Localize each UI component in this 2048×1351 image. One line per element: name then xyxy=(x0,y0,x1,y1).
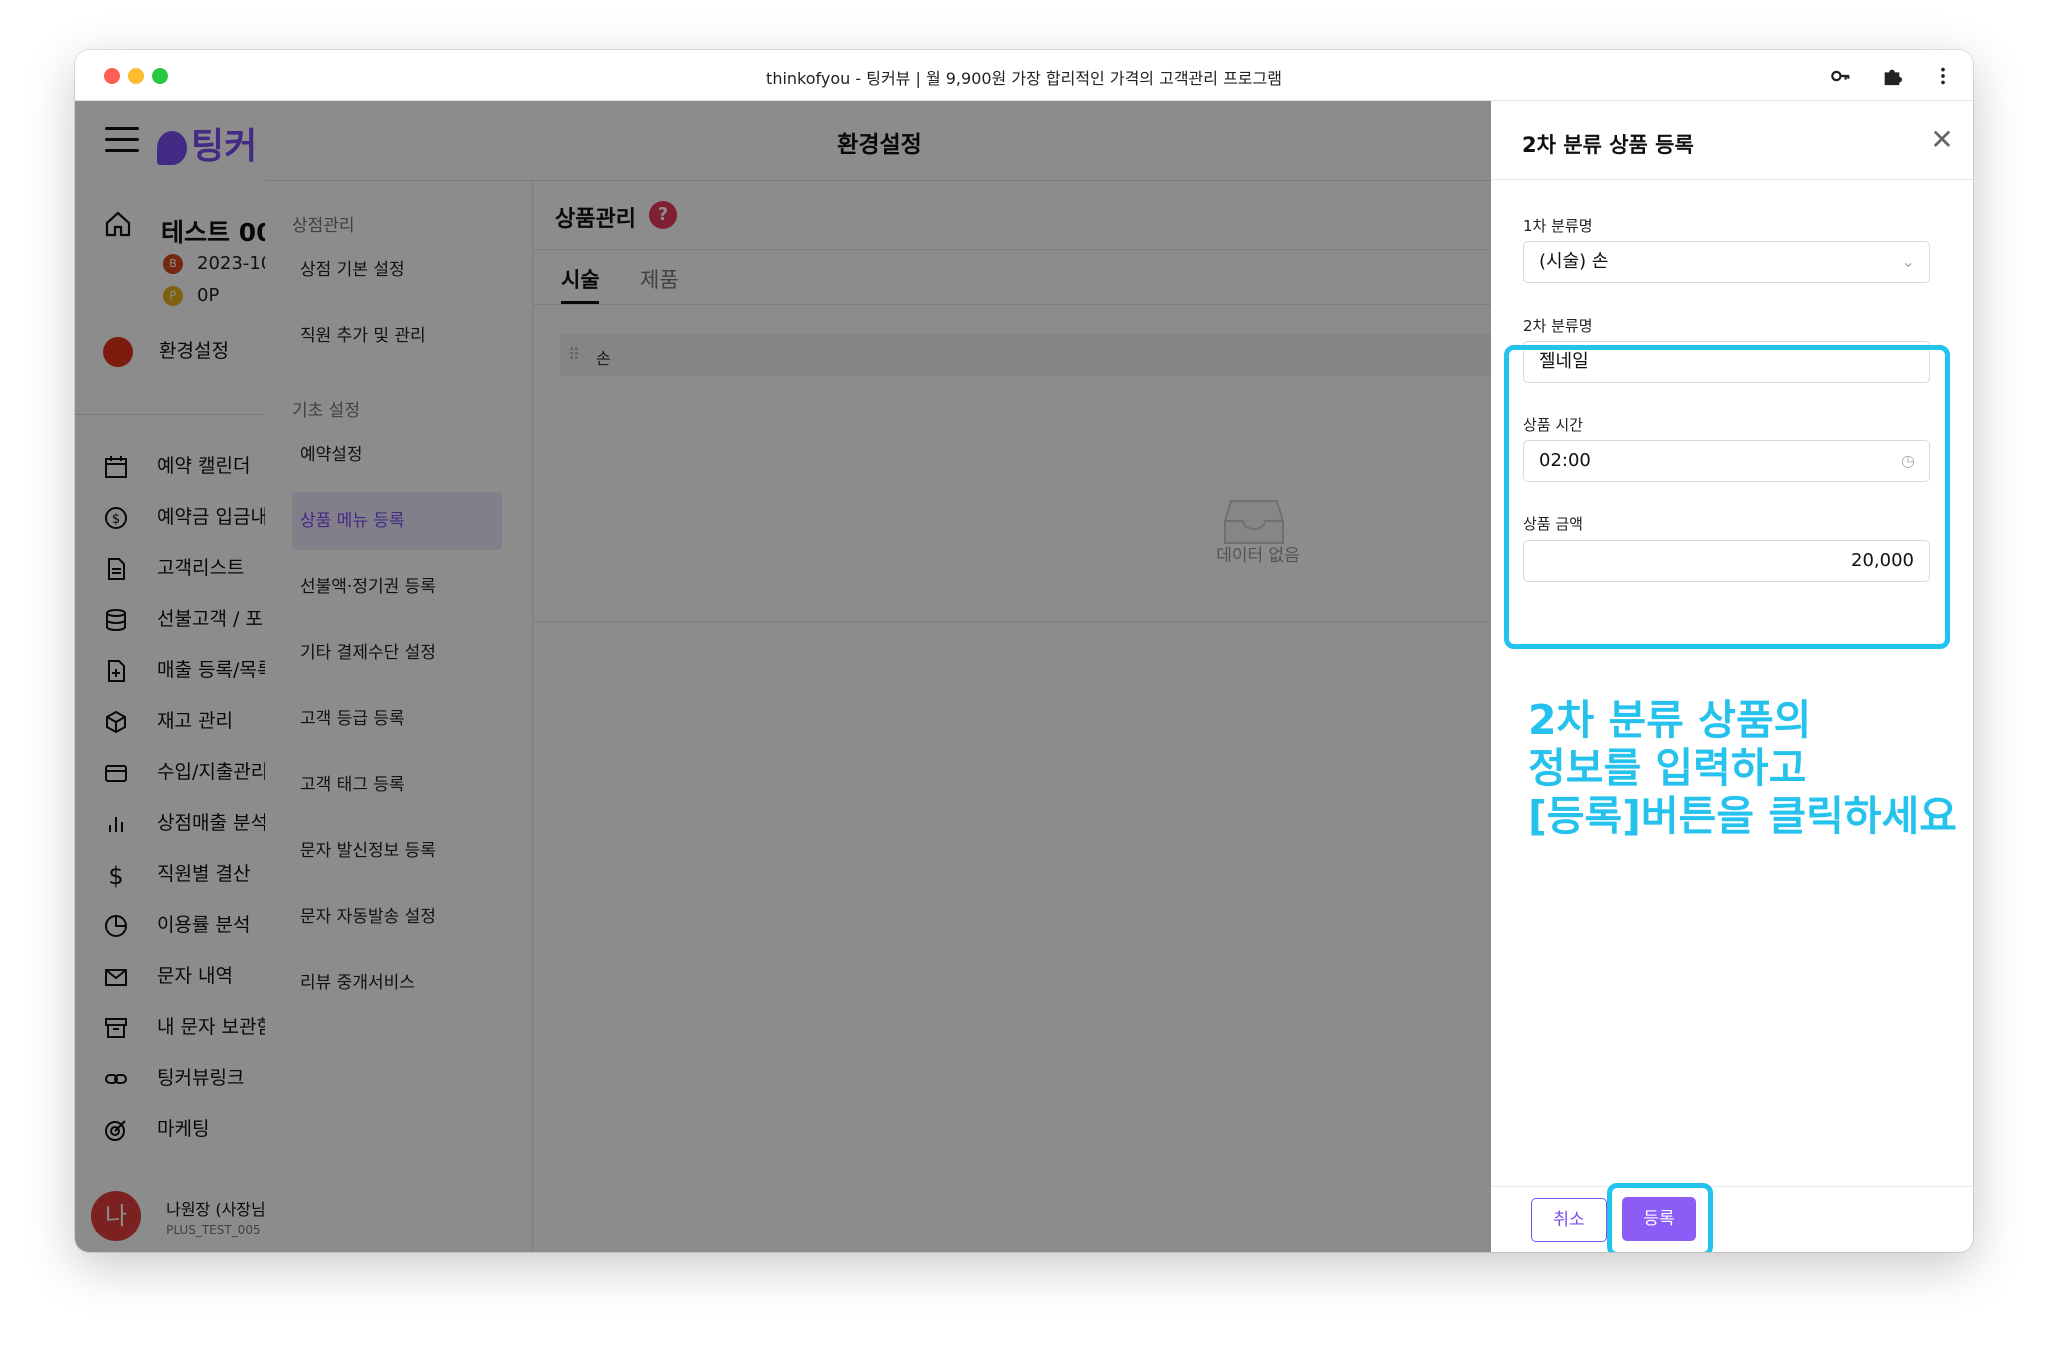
category1-select[interactable]: (시술) 손 ⌄ xyxy=(1523,241,1930,283)
fields-highlight-box xyxy=(1504,345,1950,649)
category1-value: (시술) 손 xyxy=(1539,251,1609,272)
close-icon[interactable]: ✕ xyxy=(1927,125,1957,155)
drawer-divider xyxy=(1491,179,1973,180)
browser-window: thinkofyou - 팅커뷰 | 월 9,900원 가장 합리적인 가격의 … xyxy=(75,50,1973,1252)
add-product-drawer: 2차 분류 상품 등록 ✕ 1차 분류명 (시술) 손 ⌄ 2차 분류명 젤네일… xyxy=(1491,101,1973,1252)
title-bar: thinkofyou - 팅커뷰 | 월 9,900원 가장 합리적인 가격의 … xyxy=(75,50,1973,101)
category2-label: 2차 분류명 xyxy=(1523,317,1593,335)
instruction-text: 2차 분류 상품의 정보를 입력하고 [등록]버튼을 클릭하세요 xyxy=(1528,696,1958,840)
footer-divider xyxy=(1491,1186,1973,1187)
instruction-line-2: 정보를 입력하고 xyxy=(1528,744,1807,792)
extension-puzzle-icon[interactable] xyxy=(1878,62,1906,90)
submit-highlight-box xyxy=(1607,1183,1713,1252)
chevron-down-icon: ⌄ xyxy=(1901,252,1915,271)
key-icon[interactable] xyxy=(1827,62,1855,90)
instruction-line-1: 2차 분류 상품의 xyxy=(1528,696,1812,744)
category1-label: 1차 분류명 xyxy=(1523,217,1593,235)
instruction-line-3: [등록]버튼을 클릭하세요 xyxy=(1528,792,1957,840)
cancel-button[interactable]: 취소 xyxy=(1531,1198,1607,1242)
window-title: thinkofyou - 팅커뷰 | 월 9,900원 가장 합리적인 가격의 … xyxy=(766,69,1282,88)
more-vertical-icon[interactable] xyxy=(1929,62,1957,90)
drawer-title: 2차 분류 상품 등록 xyxy=(1522,133,1694,157)
modal-overlay[interactable] xyxy=(75,101,1491,1252)
